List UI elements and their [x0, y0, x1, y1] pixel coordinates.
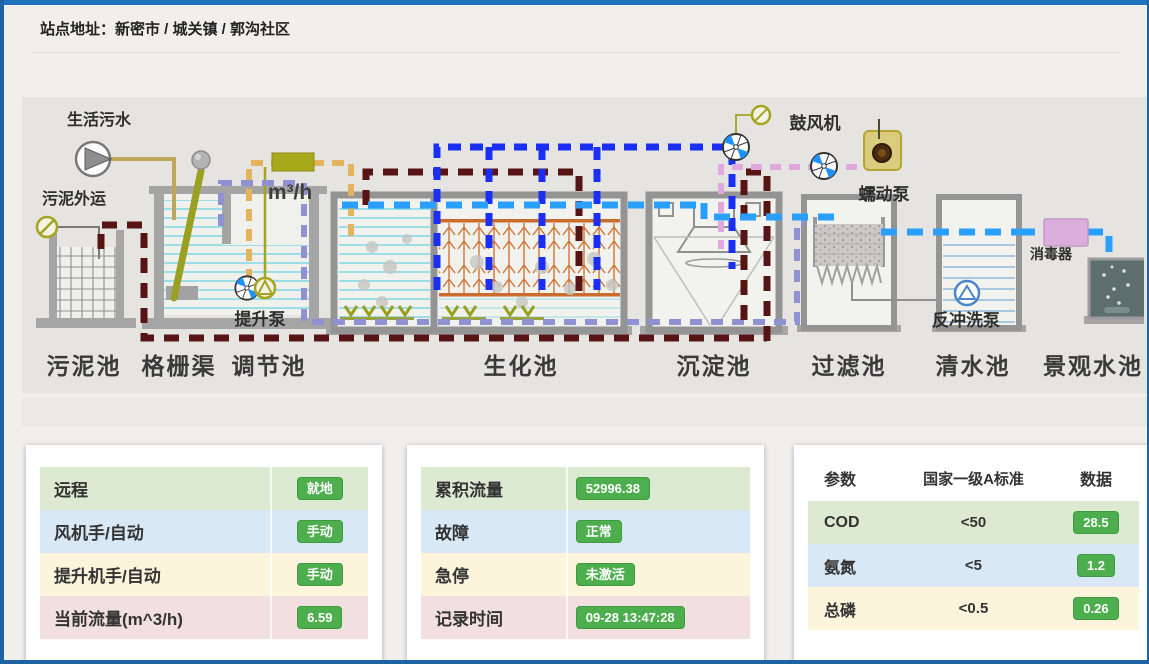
nh3n-value-badge: 1.2 [1077, 554, 1115, 577]
blower-valve-icon [752, 106, 770, 124]
record-time-badge: 09-28 13:47:28 [576, 606, 685, 629]
fault-badge: 正常 [576, 520, 622, 543]
status-row-fault: 故障 正常 [421, 510, 750, 553]
header-divider [32, 52, 1119, 53]
quality-header-param: 参数 [808, 466, 894, 490]
tank-label-grille: 格栅渠 [142, 353, 217, 379]
tank-label-regulation: 调节池 [232, 353, 307, 379]
estop-badge: 未激活 [576, 563, 635, 586]
sludge-valve-icon [37, 217, 57, 237]
row-label: 记录时间 [421, 605, 566, 630]
blower-fan2-icon [811, 153, 837, 179]
lift-valve-icon [255, 278, 275, 298]
site-address: 站点地址：新密市 / 城关镇 / 郭沟社区 [40, 21, 290, 38]
process-diagram: 生活污水 污泥外运 提升泵 m³/h 鼓风机 蠕动泵 消毒器 反冲洗泵 污泥池 … [22, 97, 1147, 393]
tank-label-sludge: 污泥池 [47, 353, 122, 379]
control-row-fan-mode: 风机手/自动 手动 [40, 510, 368, 553]
row-label: 当前流量(m^3/h) [40, 605, 270, 630]
row-label: 远程 [40, 476, 270, 501]
status-row-total-flow: 累积流量 52996.38 [421, 467, 750, 510]
status-row-estop: 急停 未激活 [421, 553, 750, 596]
param-standard: <50 [894, 514, 1053, 531]
param-standard: <0.5 [894, 600, 1053, 617]
control-row-remote: 远程 就地 [40, 467, 368, 510]
fan-mode-badge[interactable]: 手动 [297, 520, 343, 543]
tank-labels: 污泥池 格栅渠 调节池 生化池 沉淀池 过滤池 清水池 景观水池 [47, 353, 1144, 379]
label-sludge-out: 污泥外运 [42, 189, 106, 208]
tank-label-sedimentation: 沉淀池 [677, 353, 752, 379]
control-row-current-flow: 当前流量(m^3/h) 6.59 [40, 596, 368, 639]
grille-and-regulation-tank [142, 151, 332, 329]
remote-mode-badge[interactable]: 就地 [297, 477, 343, 500]
label-peristaltic-pump: 蠕动泵 [859, 185, 910, 204]
param-standard: <5 [894, 557, 1053, 574]
tank-label-filter: 过滤池 [812, 353, 887, 379]
process-flow-svg: 生活污水 污泥外运 提升泵 m³/h 鼓风机 蠕动泵 消毒器 反冲洗泵 污泥池 … [22, 97, 1144, 393]
row-label: 提升机手/自动 [40, 562, 270, 587]
diagram-lower-band [22, 397, 1147, 427]
backwash-pump-icon [955, 281, 979, 305]
label-blower: 鼓风机 [790, 113, 841, 133]
quality-header-data: 数据 [1053, 466, 1139, 490]
sludge-tank [36, 230, 136, 328]
status-row-record-time: 记录时间 09-28 13:47:28 [421, 596, 750, 639]
control-row-lift-mode: 提升机手/自动 手动 [40, 553, 368, 596]
control-panel: 远程 就地 风机手/自动 手动 提升机手/自动 手动 当前流量(m^3/h) 6… [26, 445, 382, 664]
tank-label-clear: 清水池 [936, 353, 1011, 379]
quality-row-tp: 总磷 <0.5 0.26 [808, 587, 1139, 630]
row-label: 急停 [421, 562, 566, 587]
label-flow-unit: m³/h [268, 181, 312, 204]
biochemical-tank [326, 195, 632, 335]
status-panel: 累积流量 52996.38 故障 正常 急停 未激活 记录时间 09-28 13… [407, 445, 764, 664]
flow-meter-icon [272, 153, 314, 171]
label-domestic-sewage: 生活污水 [67, 110, 132, 129]
row-label: 风机手/自动 [40, 519, 270, 544]
blower-fan-icon [723, 134, 749, 160]
total-flow-badge: 52996.38 [576, 477, 650, 500]
param-name: COD [808, 514, 894, 532]
quality-row-nh3n: 氨氮 <5 1.2 [808, 544, 1139, 587]
row-label: 累积流量 [421, 476, 566, 501]
water-quality-panel: 参数 国家一级A标准 数据 COD <50 28.5 氨氮 <5 1.2 总磷 … [794, 445, 1149, 664]
tank-label-bio: 生化池 [484, 353, 559, 379]
tank-label-landscape: 景观水池 [1043, 353, 1143, 379]
row-label: 故障 [421, 519, 566, 544]
label-backwash-pump: 反冲洗泵 [932, 310, 1000, 330]
label-lift-pump: 提升泵 [235, 310, 286, 329]
quality-header-row: 参数 国家一级A标准 数据 [808, 455, 1139, 501]
label-disinfector: 消毒器 [1030, 246, 1073, 262]
param-name: 氨氮 [808, 554, 894, 578]
header: 站点地址：新密市 / 城关镇 / 郭沟社区 [4, 5, 1147, 39]
landscape-pool [1084, 259, 1144, 324]
cod-value-badge: 28.5 [1073, 511, 1118, 534]
param-name: 总磷 [808, 597, 894, 621]
current-flow-badge: 6.59 [297, 606, 342, 629]
quality-header-standard: 国家一级A标准 [894, 468, 1053, 489]
lift-mode-badge[interactable]: 手动 [297, 563, 343, 586]
disinfector-icon [1044, 219, 1088, 246]
app-window: 站点地址：新密市 / 城关镇 / 郭沟社区 [0, 0, 1149, 664]
quality-row-cod: COD <50 28.5 [808, 501, 1139, 544]
peristaltic-pump-icon [864, 119, 901, 170]
sewage-pump-icon [76, 142, 111, 176]
tp-value-badge: 0.26 [1073, 597, 1118, 620]
